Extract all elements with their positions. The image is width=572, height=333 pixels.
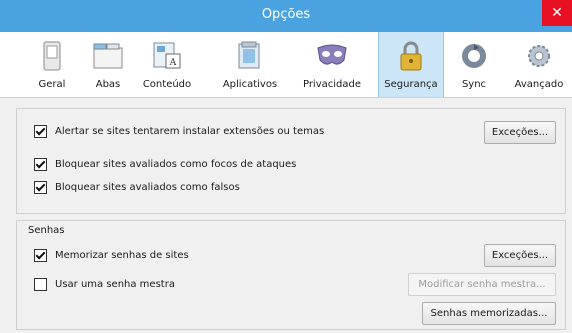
password-exceptions-button[interactable]: Exceções... <box>484 244 556 267</box>
title-bar: Opções ✕ <box>0 0 572 32</box>
tab-geral[interactable]: Geral <box>22 32 82 97</box>
padlock-icon <box>400 41 422 71</box>
master-password-row[interactable]: Usar uma senha mestra <box>34 275 175 293</box>
mask-icon <box>317 44 347 65</box>
block-forgery-label: Bloquear sites avaliados como falsos <box>55 181 240 193</box>
tab-label: Sync <box>461 79 487 90</box>
close-icon[interactable]: ✕ <box>542 0 572 26</box>
tab-avancado[interactable]: Avançado <box>506 32 572 97</box>
tabs-icon <box>93 43 123 69</box>
block-attack-checkbox[interactable] <box>34 157 47 171</box>
passwords-section-title: Senhas <box>26 225 67 236</box>
applications-icon <box>238 41 260 69</box>
block-forgery-checkbox[interactable] <box>34 180 47 194</box>
tab-label: Conteúdo <box>142 79 192 90</box>
security-panel: Alertar se sites tentarem instalar exten… <box>0 98 572 333</box>
tab-aplicativos[interactable]: Aplicativos <box>212 32 288 97</box>
tab-abas[interactable]: Abas <box>82 32 134 97</box>
tab-conteudo[interactable]: A Conteúdo <box>134 32 200 97</box>
tab-label: Privacidade <box>302 79 362 90</box>
change-master-password-button[interactable]: Modificar senha mestra... <box>408 273 556 296</box>
master-password-checkbox[interactable] <box>34 277 47 291</box>
warn-addons-row[interactable]: Alertar se sites tentarem instalar exten… <box>34 122 324 140</box>
warn-addons-label: Alertar se sites tentarem instalar exten… <box>55 125 325 137</box>
switch-icon <box>43 41 61 71</box>
block-forgery-row[interactable]: Bloquear sites avaliados como falsos <box>34 178 240 196</box>
tab-privacidade[interactable]: Privacidade <box>294 32 370 97</box>
remember-passwords-checkbox[interactable] <box>34 248 47 262</box>
block-attack-row[interactable]: Bloquear sites avaliados como focos de a… <box>34 155 296 173</box>
content-icon: A <box>153 42 181 69</box>
tab-label: Segurança <box>384 79 438 90</box>
tab-seguranca[interactable]: Segurança <box>378 32 444 97</box>
tab-label: Abas <box>95 79 121 90</box>
tab-label: Avançado <box>514 79 564 90</box>
window-title: Opções <box>261 7 311 22</box>
gear-icon <box>528 45 550 67</box>
addons-exceptions-button[interactable]: Exceções... <box>484 121 556 144</box>
warn-addons-checkbox[interactable] <box>34 124 47 138</box>
sync-icon <box>462 44 486 68</box>
master-password-label: Usar uma senha mestra <box>55 278 175 290</box>
tab-sync[interactable]: Sync <box>450 32 498 97</box>
svg-text:A: A <box>169 58 177 68</box>
tab-label: Aplicativos <box>222 79 278 90</box>
block-attack-label: Bloquear sites avaliados como focos de a… <box>55 158 297 170</box>
remember-passwords-row[interactable]: Memorizar senhas de sites <box>34 246 189 264</box>
remember-passwords-label: Memorizar senhas de sites <box>55 249 189 261</box>
tab-label: Geral <box>38 79 66 90</box>
options-toolbar: Geral Abas A Conteúdo Aplicativos Privac… <box>0 32 572 98</box>
saved-passwords-button[interactable]: Senhas memorizadas... <box>422 302 556 325</box>
